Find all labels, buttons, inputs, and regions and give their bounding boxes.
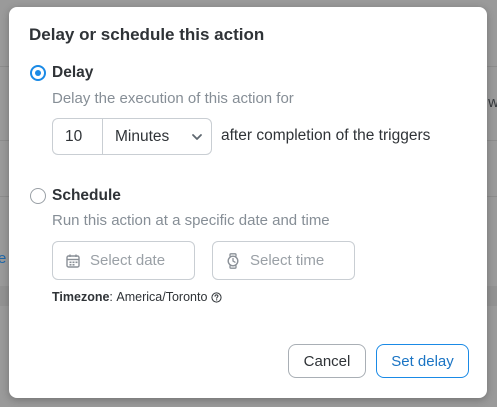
bg-link-fragment: e <box>0 250 7 267</box>
time-picker[interactable]: Select time <box>212 241 355 280</box>
delay-unit-select[interactable]: Minutes <box>102 118 212 155</box>
delay-label[interactable]: Delay <box>52 64 93 82</box>
schedule-radio[interactable] <box>30 188 46 204</box>
delay-amount-value: 10 <box>65 127 83 145</box>
delay-radio[interactable] <box>30 65 46 81</box>
timezone-value: America/Toronto <box>116 290 208 304</box>
delay-description: Delay the execution of this action for <box>52 90 294 107</box>
date-picker[interactable]: Select date <box>52 241 195 280</box>
time-placeholder: Select time <box>250 252 325 269</box>
schedule-description: Run this action at a specific date and t… <box>52 212 330 229</box>
help-icon[interactable] <box>211 291 222 303</box>
delay-suffix-text: after completion of the triggers <box>221 127 431 144</box>
timezone-label: Timezone <box>52 290 110 304</box>
delay-amount-input[interactable]: 10 <box>52 118 102 155</box>
date-placeholder: Select date <box>90 252 166 269</box>
timezone-info: Timezone: America/Toronto <box>52 290 222 304</box>
dialog-title: Delay or schedule this action <box>29 25 265 44</box>
calendar-icon <box>66 254 80 268</box>
set-delay-button[interactable]: Set delay <box>376 344 469 378</box>
timezone-separator: : <box>109 290 113 304</box>
delay-schedule-dialog: Delay or schedule this action Delay Dela… <box>9 7 487 398</box>
delay-unit-value: Minutes <box>115 127 170 145</box>
watch-icon <box>227 252 239 269</box>
bg-text-fragment: w <box>488 94 497 111</box>
chevron-down-icon <box>192 134 202 140</box>
schedule-label[interactable]: Schedule <box>52 187 121 205</box>
cancel-button[interactable]: Cancel <box>288 344 366 378</box>
